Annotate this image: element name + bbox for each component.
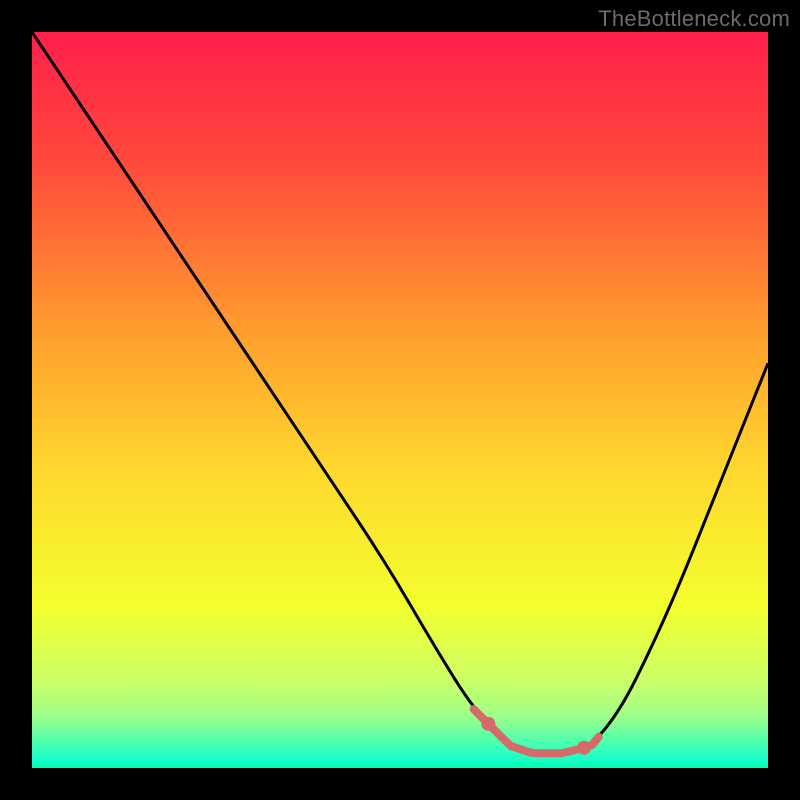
chart-container: TheBottleneck.com <box>0 0 800 800</box>
plot-area <box>32 32 768 768</box>
watermark-text: TheBottleneck.com <box>598 6 790 32</box>
curve-layer <box>32 32 768 768</box>
bottleneck-curve <box>32 32 768 753</box>
optimal-marker-right <box>577 741 591 755</box>
optimal-marker-left <box>481 717 495 731</box>
